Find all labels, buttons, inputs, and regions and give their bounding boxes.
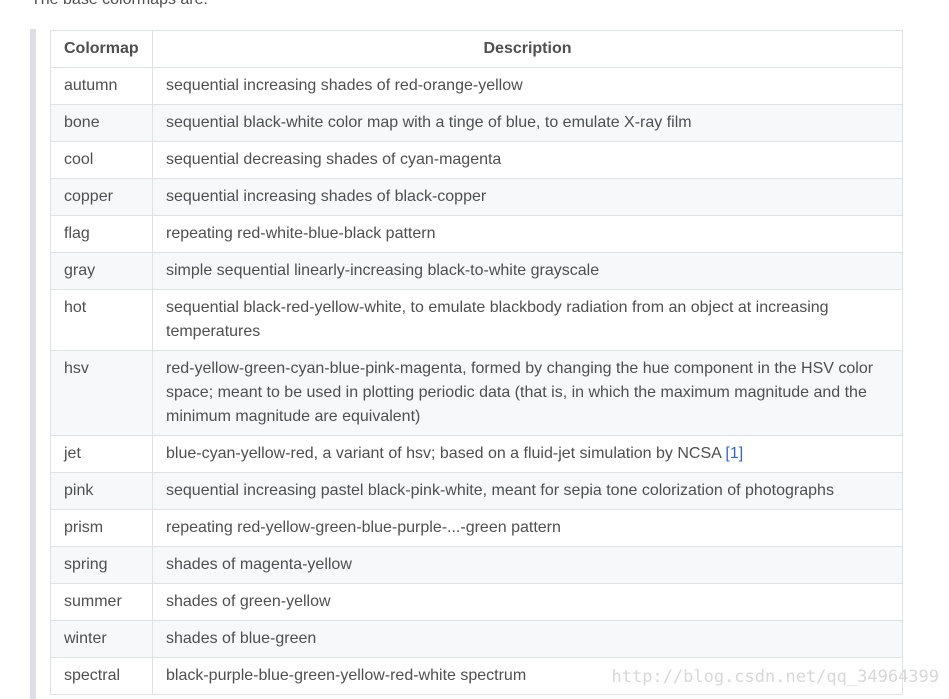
table-row: copper sequential increasing shades of bl… <box>50 178 903 216</box>
colormap-name: autumn <box>50 67 153 105</box>
colormap-name: flag <box>50 215 153 253</box>
description-text: sequential increasing shades of black-co… <box>166 188 487 205</box>
colormap-name: hot <box>50 289 153 351</box>
description-text: sequential increasing shades of red-oran… <box>166 77 523 94</box>
colormap-description: repeating red-yellow-green-blue-purple-.… <box>152 509 903 547</box>
watermark: http://blog.csdn.net/qq_34964399 <box>611 667 939 687</box>
table-row: cool sequential decreasing shades of cyan… <box>50 141 903 179</box>
description-text: sequential black-red-yellow-white, to em… <box>166 299 829 340</box>
colormap-description: sequential increasing shades of black-co… <box>152 178 903 216</box>
colormap-description: shades of magenta-yellow <box>152 546 903 584</box>
colormap-name: spring <box>50 546 153 584</box>
colormap-name: bone <box>50 104 153 142</box>
colormap-description: repeating red-white-blue-black pattern <box>152 215 903 253</box>
colormap-name: winter <box>50 620 153 658</box>
colormap-name: copper <box>50 178 153 216</box>
table-row: autumn sequential increasing shades of re… <box>50 67 903 105</box>
blockquote-bar <box>30 29 36 699</box>
table-row: prism repeating red-yellow-green-blue-pur… <box>50 509 903 547</box>
table-row: pink sequential increasing pastel black-p… <box>50 472 903 510</box>
colormap-description: shades of blue-green <box>152 620 903 658</box>
description-text: black-purple-blue-green-yellow-red-white… <box>166 667 527 684</box>
header-description: Description <box>152 30 903 68</box>
table-row: flag repeating red-white-blue-black patte… <box>50 215 903 253</box>
colormap-name: summer <box>50 583 153 621</box>
colormap-description: sequential black-white color map with a … <box>152 104 903 142</box>
colormap-name: jet <box>50 435 153 473</box>
table-row: jet blue-cyan-yellow-red, a variant of hs… <box>50 435 903 473</box>
colormap-name: cool <box>50 141 153 179</box>
colormap-description: sequential increasing shades of red-oran… <box>152 67 903 105</box>
description-text: red-yellow-green-cyan-blue-pink-magenta,… <box>166 360 874 425</box>
description-text: sequential decreasing shades of cyan-mag… <box>166 151 502 168</box>
colormap-description: sequential increasing pastel black-pink-… <box>152 472 903 510</box>
description-text: repeating red-white-blue-black pattern <box>166 225 436 242</box>
colormap-name: hsv <box>50 350 153 436</box>
description-text: sequential increasing pastel black-pink-… <box>166 482 834 499</box>
colormap-name: pink <box>50 472 153 510</box>
intro-text: The base colormaps are: <box>31 0 208 11</box>
colormap-description: sequential decreasing shades of cyan-mag… <box>152 141 903 179</box>
colormap-table-container: Colormap Description autumn sequential in… <box>50 30 903 695</box>
table-row: gray simple sequential linearly-increasin… <box>50 252 903 290</box>
table-row: winter shades of blue-green <box>50 620 903 658</box>
colormap-description: shades of green-yellow <box>152 583 903 621</box>
reference-link[interactable]: [1] <box>725 445 743 462</box>
colormap-name: gray <box>50 252 153 290</box>
table-row: hot sequential black-red-yellow-white, to… <box>50 289 903 351</box>
table-row: spring shades of magenta-yellow <box>50 546 903 584</box>
table-header-row: Colormap Description <box>50 30 903 68</box>
description-text: sequential black-white color map with a … <box>166 114 692 131</box>
table-row: bone sequential black-white color map wit… <box>50 104 903 142</box>
description-text: shades of green-yellow <box>166 593 331 610</box>
header-colormap: Colormap <box>50 30 153 68</box>
colormap-table: Colormap Description autumn sequential in… <box>50 30 903 695</box>
colormap-name: prism <box>50 509 153 547</box>
colormap-name: spectral <box>50 657 153 695</box>
table-body: autumn sequential increasing shades of re… <box>50 67 903 695</box>
colormap-description: red-yellow-green-cyan-blue-pink-magenta,… <box>152 350 903 436</box>
table-row: summer shades of green-yellow <box>50 583 903 621</box>
description-text: blue-cyan-yellow-red, a variant of hsv; … <box>166 445 721 462</box>
colormap-description: blue-cyan-yellow-red, a variant of hsv; … <box>152 435 903 473</box>
description-text: shades of blue-green <box>166 630 317 647</box>
colormap-description: sequential black-red-yellow-white, to em… <box>152 289 903 351</box>
colormap-description: simple sequential linearly-increasing bl… <box>152 252 903 290</box>
table-row: hsv red-yellow-green-cyan-blue-pink-magen… <box>50 350 903 436</box>
description-text: simple sequential linearly-increasing bl… <box>166 262 600 279</box>
description-text: repeating red-yellow-green-blue-purple-.… <box>166 519 561 536</box>
description-text: shades of magenta-yellow <box>166 556 352 573</box>
